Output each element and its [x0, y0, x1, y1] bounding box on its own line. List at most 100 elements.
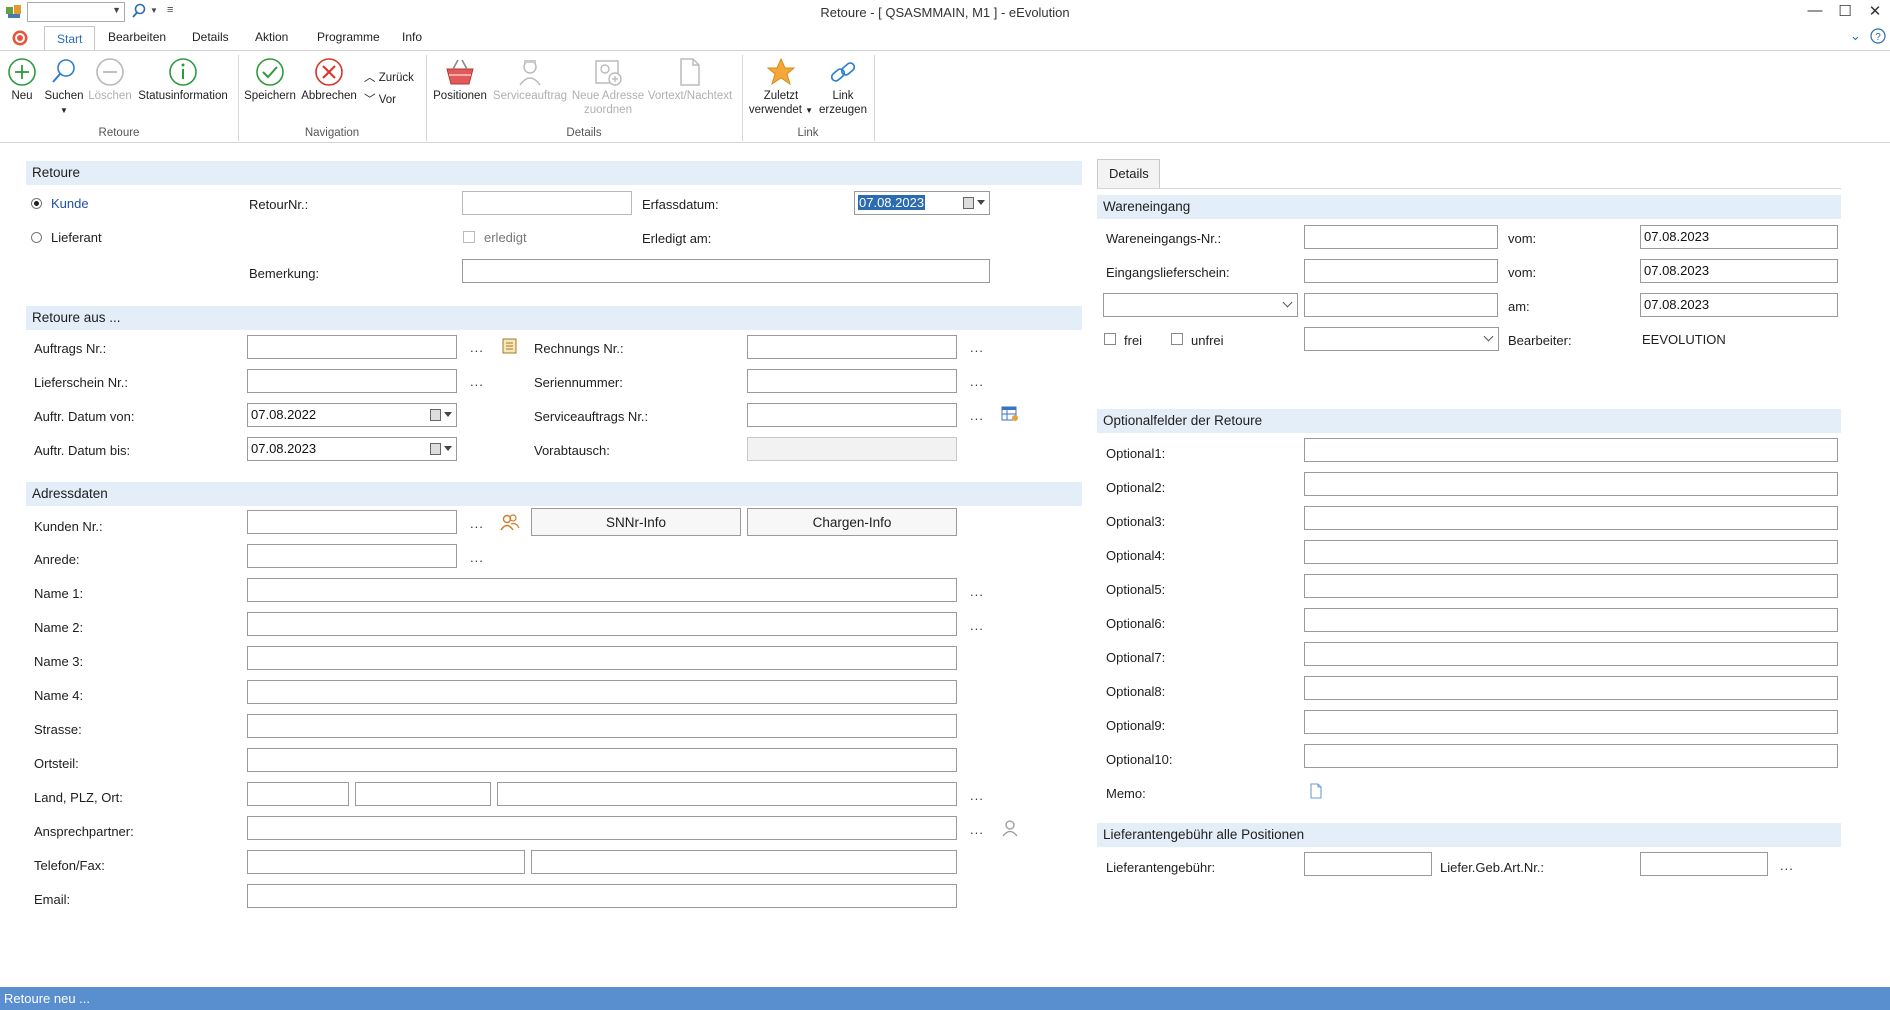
kunden-nr-input[interactable]: [247, 510, 457, 534]
speichern-button[interactable]: Speichern: [244, 57, 296, 103]
auftr-datum-bis-input[interactable]: 07.08.2023: [247, 437, 457, 461]
rechnungs-nr-lookup-button[interactable]: ...: [970, 340, 984, 355]
lieferant-radio[interactable]: [31, 232, 42, 243]
plz-input[interactable]: [355, 782, 491, 806]
name1-lookup-button[interactable]: ...: [970, 584, 984, 599]
rechnungs-nr-input[interactable]: [747, 335, 957, 359]
wareneingangs-nr-input[interactable]: [1304, 225, 1498, 249]
memo-document-icon[interactable]: [1309, 783, 1323, 802]
optional2-input[interactable]: [1304, 472, 1838, 496]
ortsteil-input[interactable]: [247, 748, 957, 772]
neue-adresse-zuordnen-button[interactable]: Neue Adresse zuordnen: [570, 57, 646, 117]
frei-checkbox[interactable]: [1104, 333, 1116, 345]
snnr-info-button[interactable]: SNNr-Info: [531, 508, 741, 536]
auftr-datum-von-input[interactable]: 07.08.2022: [247, 403, 457, 427]
strasse-input[interactable]: [247, 714, 957, 738]
anrede-lookup-button[interactable]: ...: [470, 550, 484, 565]
lieferantengebuehr-input[interactable]: [1304, 852, 1432, 876]
liefer-geb-art-nr-input[interactable]: [1640, 852, 1768, 876]
zurueck-button[interactable]: ︿ Zurück: [364, 71, 414, 85]
abbrechen-button[interactable]: Abbrechen: [300, 57, 358, 103]
positionen-button[interactable]: Positionen: [432, 57, 488, 103]
link-erzeugen-button[interactable]: Link erzeugen: [818, 57, 868, 117]
name4-label: Name 4:: [34, 688, 84, 703]
liefer-geb-art-nr-lookup-button[interactable]: ...: [1780, 858, 1794, 873]
optional5-input[interactable]: [1304, 574, 1838, 598]
bemerkung-input[interactable]: [462, 259, 990, 283]
freight-select[interactable]: [1304, 327, 1499, 351]
name2-lookup-button[interactable]: ...: [970, 618, 984, 633]
optional4-input[interactable]: [1304, 540, 1838, 564]
retournr-input[interactable]: [462, 191, 632, 215]
calendar-dropdown-icon[interactable]: [963, 197, 985, 210]
optional1-input[interactable]: [1304, 438, 1838, 462]
seriennummer-lookup-button[interactable]: ...: [970, 374, 984, 389]
ribbon-collapse-icon[interactable]: ⌄: [1850, 28, 1861, 44]
loeschen-button[interactable]: Löschen: [88, 57, 132, 103]
vor-button[interactable]: ﹀ Vor: [364, 93, 396, 107]
telefon-input[interactable]: [247, 850, 525, 874]
close-button[interactable]: ✕: [1862, 2, 1888, 20]
vom1-date-input[interactable]: 07.08.2023: [1640, 225, 1838, 249]
calendar-dropdown-icon[interactable]: [430, 409, 452, 422]
vortext-nachtext-button[interactable]: Vortext/Nachtext: [646, 57, 734, 103]
suchen-button[interactable]: Suchen ▼: [44, 57, 84, 118]
statusinformation-button[interactable]: Statusinformation: [136, 57, 230, 103]
serviceauftrag-button[interactable]: Serviceauftrag: [492, 57, 568, 103]
document-nr-input[interactable]: [1304, 293, 1498, 317]
maximize-button[interactable]: ☐: [1832, 2, 1858, 20]
tab-aktion[interactable]: Aktion: [255, 30, 288, 44]
optional10-input[interactable]: [1304, 744, 1838, 768]
app-menu-icon[interactable]: [11, 29, 29, 50]
optional7-input[interactable]: [1304, 642, 1838, 666]
order-list-icon[interactable]: [502, 338, 517, 357]
optional8-input[interactable]: [1304, 676, 1838, 700]
tab-start[interactable]: Start: [44, 26, 96, 51]
optional3-input[interactable]: [1304, 506, 1838, 530]
auftrags-nr-input[interactable]: [247, 335, 457, 359]
minimize-button[interactable]: —: [1802, 2, 1828, 19]
optional6-input[interactable]: [1304, 608, 1838, 632]
auftrags-nr-lookup-button[interactable]: ...: [470, 340, 484, 355]
name3-input[interactable]: [247, 646, 957, 670]
land-input[interactable]: [247, 782, 349, 806]
document-type-select[interactable]: [1103, 293, 1298, 317]
customers-icon[interactable]: [500, 513, 520, 534]
help-icon[interactable]: ?: [1870, 28, 1886, 47]
anrede-input[interactable]: [247, 544, 457, 568]
calendar-dropdown-icon[interactable]: [430, 443, 452, 456]
neu-button[interactable]: Neu: [6, 57, 38, 103]
unfrei-checkbox[interactable]: [1171, 333, 1183, 345]
am-date-input[interactable]: 07.08.2023: [1640, 293, 1838, 317]
serviceauftrags-nr-lookup-button[interactable]: ...: [970, 408, 984, 423]
chargen-info-button[interactable]: Chargen-Info: [747, 508, 957, 536]
vom2-date-input[interactable]: 07.08.2023: [1640, 259, 1838, 283]
tab-bearbeiten[interactable]: Bearbeiten: [108, 30, 166, 44]
ort-input[interactable]: [497, 782, 957, 806]
lieferschein-nr-lookup-button[interactable]: ...: [470, 374, 484, 389]
erfassdatum-date-input[interactable]: 07.08.2023: [854, 191, 990, 215]
seriennummer-input[interactable]: [747, 369, 957, 393]
email-input[interactable]: [247, 884, 957, 908]
zuletzt-verwendet-button[interactable]: Zuletzt verwendet ▼: [746, 57, 816, 118]
ort-lookup-button[interactable]: ...: [970, 788, 984, 803]
tab-info[interactable]: Info: [402, 30, 422, 44]
eingangslieferschein-input[interactable]: [1304, 259, 1498, 283]
contact-person-icon[interactable]: [1002, 819, 1018, 840]
serviceauftrags-nr-input[interactable]: [747, 403, 957, 427]
name1-input[interactable]: [247, 578, 957, 602]
erledigt-checkbox[interactable]: [463, 231, 475, 243]
name2-input[interactable]: [247, 612, 957, 636]
name4-input[interactable]: [247, 680, 957, 704]
tab-details[interactable]: Details: [192, 30, 229, 44]
fax-input[interactable]: [531, 850, 957, 874]
kunde-radio[interactable]: [31, 198, 42, 209]
tab-details-panel[interactable]: Details: [1097, 159, 1160, 188]
ansprechpartner-input[interactable]: [247, 816, 957, 840]
optional9-input[interactable]: [1304, 710, 1838, 734]
kunden-nr-lookup-button[interactable]: ...: [470, 516, 484, 531]
ansprechpartner-lookup-button[interactable]: ...: [970, 822, 984, 837]
tab-programme[interactable]: Programme: [317, 30, 380, 44]
service-table-icon[interactable]: [1001, 406, 1019, 425]
lieferschein-nr-input[interactable]: [247, 369, 457, 393]
